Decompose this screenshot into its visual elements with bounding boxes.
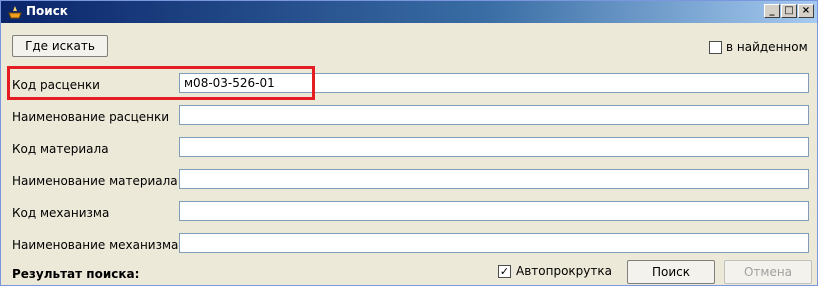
rate-code-label: Код расценки xyxy=(12,78,100,92)
close-button[interactable]: × xyxy=(798,4,814,18)
title-bar[interactable]: Поиск _ □ × xyxy=(1,1,817,23)
in-found-label: в найденном xyxy=(726,40,808,54)
mechanism-name-input[interactable] xyxy=(179,233,809,253)
search-app-icon xyxy=(8,6,22,19)
autoscroll-checkbox[interactable]: ✓ xyxy=(498,265,511,278)
autoscroll-label: Автопрокрутка xyxy=(516,264,612,278)
material-code-input[interactable] xyxy=(179,137,809,157)
rate-name-label: Наименование расценки xyxy=(12,110,170,124)
search-result-label: Результат поиска: xyxy=(12,267,140,281)
search-button[interactable]: Поиск xyxy=(627,260,715,284)
in-found-checkbox[interactable] xyxy=(709,41,722,54)
search-window: Поиск _ □ × Где искать в найденном Код р… xyxy=(0,0,818,286)
cancel-button[interactable]: Отмена xyxy=(724,260,812,284)
material-name-input[interactable] xyxy=(179,169,809,189)
maximize-button[interactable]: □ xyxy=(781,4,797,18)
material-code-label: Код материала xyxy=(12,142,109,156)
mechanism-code-label: Код механизма xyxy=(12,206,110,220)
where-to-search-button[interactable]: Где искать xyxy=(12,35,108,57)
mechanism-name-label: Наименование механизма xyxy=(12,238,179,252)
rate-code-input[interactable]: м08-03-526-01 xyxy=(179,73,809,93)
mechanism-code-input[interactable] xyxy=(179,201,809,221)
material-name-label: Наименование материала xyxy=(12,174,178,188)
minimize-button[interactable]: _ xyxy=(764,4,780,18)
rate-name-input[interactable] xyxy=(179,105,809,125)
window-title: Поиск xyxy=(26,4,68,18)
